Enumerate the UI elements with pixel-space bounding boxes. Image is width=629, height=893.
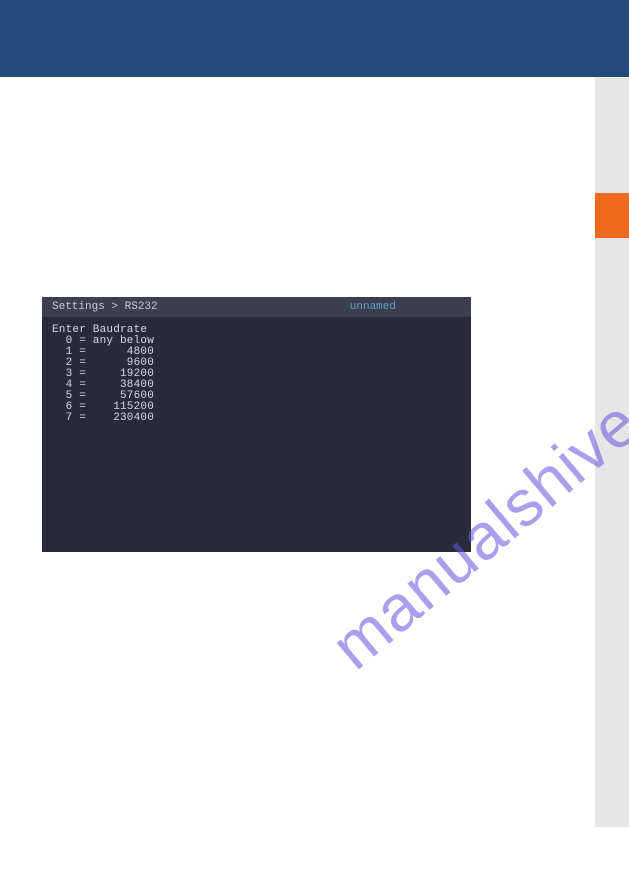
terminal-options: 0 = any below 1 = 4800 2 = 9600 3 = 1920…: [52, 335, 154, 424]
terminal-status: unnamed: [350, 297, 396, 317]
terminal-breadcrumb: Settings > RS232: [52, 301, 158, 313]
page-content: Settings > RS232 unnamed Enter Baudrate …: [0, 77, 595, 827]
section-tab: [595, 193, 629, 238]
sidebar-column: [595, 77, 629, 827]
terminal-body: Enter Baudrate 0 = any below 1 = 4800 2 …: [42, 317, 471, 434]
terminal-titlebar: Settings > RS232 unnamed: [42, 297, 471, 317]
terminal-screenshot: Settings > RS232 unnamed Enter Baudrate …: [42, 297, 471, 552]
header-bar: [0, 0, 629, 77]
